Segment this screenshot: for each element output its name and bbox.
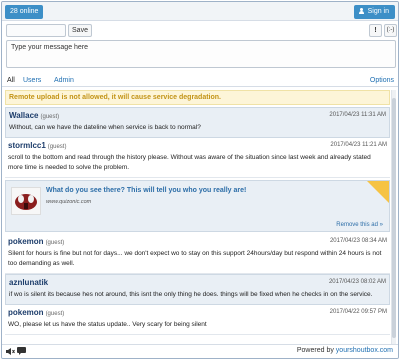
online-count-button[interactable]: 28 online xyxy=(5,5,44,19)
admin-notice: Remote upload is not allowed, it will ca… xyxy=(5,90,390,105)
message-input[interactable]: Type your message here xyxy=(6,40,396,68)
message-timestamp: 2017/04/23 11:21 AM xyxy=(330,142,387,148)
message-author[interactable]: pokemon xyxy=(8,308,44,317)
alert-toggle-button[interactable]: ! xyxy=(369,24,382,37)
scroll-thumb[interactable] xyxy=(392,98,396,338)
message-item: aznlunatik 2017/04/23 08:02 AM if wo is … xyxy=(5,274,390,305)
shoutbox-widget: 28 online Sign in Save ! (:-) Type your … xyxy=(1,1,399,359)
tab-admin[interactable]: Admin xyxy=(54,75,74,87)
message-author[interactable]: Wallace xyxy=(9,111,39,120)
save-button[interactable]: Save xyxy=(68,24,92,37)
ad-banner[interactable]: What do you see there? This will tell yo… xyxy=(5,180,390,232)
sign-in-label: Sign in xyxy=(367,8,389,15)
message-author[interactable]: aznlunatik xyxy=(9,278,48,287)
ad-corner-ribbon xyxy=(367,181,389,203)
name-input[interactable] xyxy=(6,24,66,37)
powered-by: Powered by yourshoutbox.com xyxy=(297,347,393,354)
ad-title[interactable]: What do you see there? This will tell yo… xyxy=(46,187,246,194)
message-timestamp: 2017/04/23 08:02 AM xyxy=(328,279,386,285)
feed-scrollbar[interactable] xyxy=(391,90,396,344)
user-icon xyxy=(358,8,364,14)
tab-all[interactable]: All xyxy=(7,75,15,87)
message-feed[interactable]: Remote upload is not allowed, it will ca… xyxy=(5,90,390,344)
top-bar: 28 online Sign in xyxy=(2,2,398,21)
filter-tabs: All Users Admin Options xyxy=(2,75,398,87)
ad-domain: www.quizonic.com xyxy=(46,199,92,205)
sound-icon[interactable] xyxy=(6,348,15,355)
message-item: Wallace (guest) 2017/04/23 11:31 AM Witho… xyxy=(5,107,390,138)
tab-users[interactable]: Users xyxy=(23,75,41,87)
message-author[interactable]: pokemon xyxy=(8,237,44,246)
message-item: stormlcc1 (guest) 2017/04/23 11:21 AM scr… xyxy=(5,138,390,178)
powered-by-link[interactable]: yourshoutbox.com xyxy=(336,347,393,354)
message-timestamp: 2017/04/22 09:57 PM xyxy=(329,309,387,315)
message-text: Silent for hours is fine but not for day… xyxy=(8,250,382,267)
ad-image[interactable] xyxy=(11,187,41,215)
message-role: (guest) xyxy=(40,114,60,120)
message-role: (guest) xyxy=(45,240,65,246)
remove-ad-link[interactable]: Remove this ad » xyxy=(336,222,383,228)
options-link[interactable]: Options xyxy=(370,75,394,87)
message-text: scroll to the bottom and read through th… xyxy=(8,154,371,171)
message-timestamp: 2017/04/23 11:31 AM xyxy=(329,112,386,118)
message-text: if wo is silent its because hes not arou… xyxy=(9,291,373,298)
message-timestamp: 2017/04/23 08:34 AM xyxy=(329,238,387,244)
message-author[interactable]: stormlcc1 xyxy=(8,141,46,150)
message-item: pokemon (guest) 2017/04/23 08:34 AM Silen… xyxy=(5,234,390,274)
chat-bubble-icon[interactable] xyxy=(17,347,26,355)
powered-by-label: Powered by xyxy=(296,347,334,354)
message-text: Without, can we have the dateline when s… xyxy=(9,124,201,131)
footer: Powered by yourshoutbox.com xyxy=(2,344,398,358)
emoticon-button[interactable]: (:-) xyxy=(384,24,397,37)
message-role: (guest) xyxy=(45,311,65,317)
message-role: (guest) xyxy=(47,144,67,150)
message-item: pokemon (guest) 2017/04/22 09:57 PM WO, p… xyxy=(5,305,390,335)
message-text: WO, please let us have the status update… xyxy=(8,321,207,328)
sign-in-button[interactable]: Sign in xyxy=(353,5,395,19)
